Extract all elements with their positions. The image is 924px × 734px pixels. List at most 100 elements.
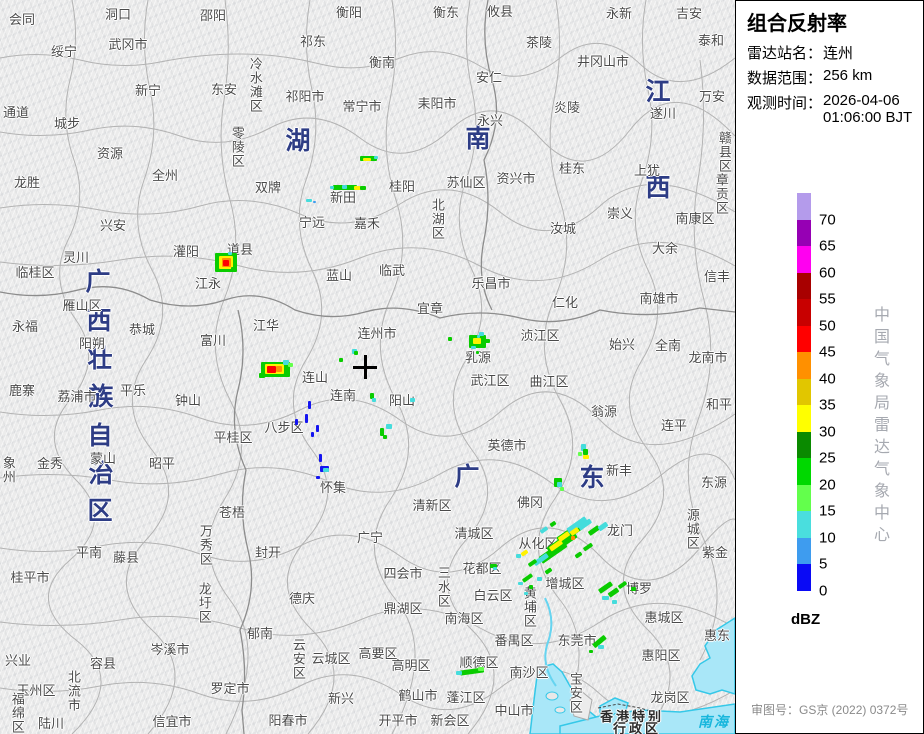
place-label: 临武	[379, 264, 405, 278]
radar-echo	[259, 373, 265, 378]
radar-map-canvas: 会同洞口邵阳武冈市绥宁新宁东安通道城步资源全州龙胜兴安零陵区衡阳衡东祁东冷水滩区…	[0, 0, 735, 734]
place-label: 恭城	[129, 323, 155, 337]
legend-color-segment	[797, 432, 811, 459]
radar-echo	[223, 260, 229, 266]
place-label: 北湖区	[430, 198, 444, 240]
legend-color-segment	[797, 246, 811, 273]
place-label: 南沙区	[509, 666, 548, 680]
place-label: 清新区	[412, 499, 451, 513]
legend-color-segment	[797, 193, 811, 220]
place-label: 赣县区	[717, 131, 731, 173]
radar-echo	[360, 186, 366, 190]
province-label: 西	[645, 175, 670, 201]
obs-time-row: 观测时间： 2026-04-06 01:06:00 BJT	[747, 92, 912, 126]
radar-echo	[473, 338, 481, 344]
radar-echo	[372, 398, 376, 402]
place-label: 万秀区	[198, 524, 212, 566]
place-label: 钟山	[175, 394, 201, 408]
place-label: 三水区	[436, 566, 450, 608]
place-label: 鼎湖区	[383, 602, 422, 616]
place-label: 翁源	[591, 405, 617, 419]
station-row: 雷达站名： 连州	[747, 42, 853, 63]
place-label: 上犹	[634, 164, 660, 178]
place-label: 四会市	[383, 567, 422, 581]
place-label: 惠城区	[644, 611, 683, 625]
place-label: 曲江区	[529, 375, 568, 389]
radar-echo	[311, 432, 314, 437]
legend-tick-label: 70	[819, 211, 836, 228]
place-label: 章贡区	[714, 173, 728, 215]
place-label: 龙胜	[14, 176, 40, 190]
place-label: 陆川	[38, 717, 64, 731]
legend-color-segment	[797, 220, 811, 247]
place-label: 万安	[699, 90, 725, 104]
place-label: 新宁	[135, 84, 161, 98]
radar-echo	[537, 577, 542, 581]
radar-echo	[374, 156, 378, 159]
place-label: 绥宁	[51, 45, 77, 59]
radar-echo	[477, 335, 480, 338]
radar-echo	[583, 455, 589, 459]
place-label: 双牌	[255, 181, 281, 195]
legend-color-segment	[797, 326, 811, 353]
obs-time-value: 2026-04-06 01:06:00 BJT	[823, 92, 912, 126]
radar-echo	[276, 366, 282, 372]
place-label: 全南	[655, 339, 681, 353]
legend-color-segment	[797, 405, 811, 432]
place-label: 郁南	[247, 627, 273, 641]
legend-color-segment	[797, 485, 811, 512]
province-label: 自	[87, 423, 112, 449]
station-label: 雷达站名：	[747, 42, 823, 63]
place-label: 增城区	[545, 577, 584, 591]
place-label: 桂平市	[10, 571, 49, 585]
place-label: 仁化	[552, 296, 578, 310]
place-label: 资兴市	[496, 172, 535, 186]
legend-tick-label: 40	[819, 370, 836, 387]
legend-color-segment	[797, 379, 811, 406]
radar-echo	[456, 671, 462, 675]
place-label: 封开	[255, 546, 281, 560]
place-label: 蒙山	[90, 452, 116, 466]
place-label: 开平市	[378, 714, 417, 728]
legend-color-segment	[797, 299, 811, 326]
place-label: 兴业	[5, 654, 31, 668]
place-label: 灌阳	[173, 245, 199, 259]
legend-tick-label: 50	[819, 317, 836, 334]
radar-echo	[516, 554, 521, 558]
place-label: 攸县	[487, 5, 513, 19]
place-label: 资源	[97, 147, 123, 161]
radar-echo	[316, 476, 320, 479]
place-label: 和平	[706, 398, 732, 412]
radar-echo	[306, 199, 312, 202]
place-label: 苏仙区	[446, 176, 485, 190]
place-label: 昭平	[149, 457, 175, 471]
legend-tick-label: 15	[819, 503, 836, 520]
province-label: 广	[454, 464, 479, 490]
place-label: 南海区	[444, 612, 483, 626]
legend-tick-label: 5	[819, 556, 827, 573]
place-label: 浈江区	[520, 329, 559, 343]
place-label: 惠阳区	[641, 649, 680, 663]
sea-label: 南海	[698, 715, 730, 730]
place-label: 鹿寨	[9, 384, 35, 398]
place-label: 蓝山	[326, 269, 352, 283]
place-label: 全州	[152, 169, 178, 183]
radar-echo	[231, 267, 236, 271]
place-label: 灵川	[63, 251, 89, 265]
place-label: 宜章	[417, 302, 443, 316]
place-label: 龙南市	[688, 351, 727, 365]
info-panel: 组合反射率 雷达站名： 连州 数据范围： 256 km 观测时间： 2026-0…	[735, 0, 924, 734]
radar-echo	[363, 158, 371, 161]
place-label: 零陵区	[230, 126, 244, 168]
place-label: 龙门	[607, 524, 633, 538]
radar-echo	[316, 425, 319, 432]
radar-echo	[313, 201, 316, 203]
radar-echo	[631, 587, 636, 591]
agency-watermark: 中国气象局雷达气象中心	[867, 306, 891, 548]
radar-echo	[485, 339, 490, 343]
province-label: 东	[579, 465, 604, 491]
place-label: 鹤山市	[398, 689, 437, 703]
radar-echo	[330, 186, 334, 189]
range-value: 256 km	[823, 67, 872, 88]
range-row: 数据范围： 256 km	[747, 67, 872, 88]
